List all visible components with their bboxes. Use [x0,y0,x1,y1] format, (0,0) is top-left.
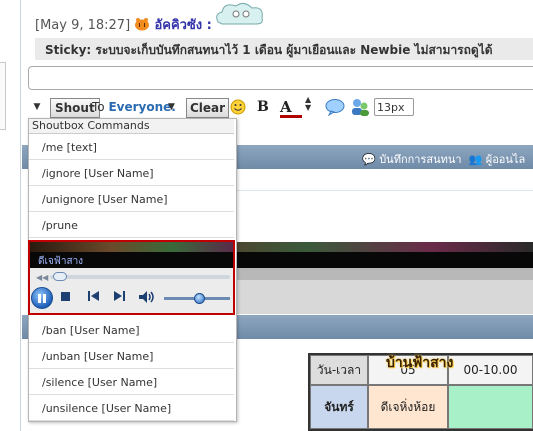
commands-menu-header: Shoutbox Commands [29,119,234,134]
sticky-notice: Sticky: ระบบจะเก็บบันทึกสนทนาไว้ 1 เดือน… [35,38,533,60]
left-divider [20,0,21,431]
smiley-icon[interactable] [230,96,246,118]
color-stepper-icon[interactable]: ▲ ▼ [305,96,311,118]
schedule-header-day-time: วัน-เวลา [310,355,368,385]
track-title: ดีเจฟ้าสาง [38,256,84,267]
tiger-avatar-icon [134,17,150,31]
bold-button[interactable]: B [257,96,269,118]
message-row: [May 9, 18:27] อัคคิวซัง : [35,14,212,35]
command-item-silence[interactable]: /silence [User Name] [29,369,234,395]
schedule-slot [448,385,533,429]
font-size-select[interactable]: 13px [374,98,414,116]
command-item-unsilence[interactable]: /unsilence [User Name] [29,395,234,421]
cloud-emoticon-icon [212,0,270,26]
command-item-unban[interactable]: /unban [User Name] [29,343,234,369]
mute-small-icon[interactable]: ◀◀ [36,273,48,282]
online-users-icon: 👥 [468,153,483,166]
command-item-unignore[interactable]: /unignore [User Name] [29,186,234,212]
command-item-prune[interactable]: /prune [29,212,234,238]
command-item-ignore[interactable]: /ignore [User Name] [29,160,234,186]
speech-bubble-icon[interactable] [325,96,345,118]
recipient-target: Everyone. [108,100,176,114]
schedule-day: จันทร์ [310,385,368,429]
command-item-me[interactable]: /me [text] [29,134,234,160]
player-background-top [235,268,533,280]
volume-handle[interactable] [194,293,205,304]
font-size-value: 13px [377,100,405,114]
next-track-icon[interactable] [112,290,126,305]
message-username[interactable]: อัคคิวซัง : [154,18,211,33]
progress-track[interactable] [50,275,230,279]
pause-button[interactable] [31,287,53,309]
shout-input[interactable] [28,66,533,90]
stop-icon[interactable] [61,292,70,301]
online-link[interactable]: ผู้ออนไล [486,153,525,166]
side-tab[interactable] [0,62,6,130]
schedule-show: ดีเจหิ่งห้อย [368,385,448,429]
history-icon: 💬 [362,153,376,166]
schedule-banner: บ้านฟ้าสาง [386,355,454,371]
previous-track-icon[interactable] [87,290,101,305]
schedule-header-time2: 00-10.00 [448,355,533,385]
collapse-arrow-icon[interactable]: ▼ [32,96,42,118]
recipient-selector[interactable]: To Everyone. [92,96,176,118]
panel-links: 💬 บันทึกการสนทนา 👥 ผู้ออนไล [362,150,525,168]
shout-toolbar: ▼ Shout To Everyone. ▼ Clear B A ▲ ▼ 13px [28,96,533,118]
command-item-ban[interactable]: /ban [User Name] [29,317,234,343]
panel-divider [236,190,533,191]
recipient-dropdown-icon[interactable]: ▼ [168,96,175,118]
message-timestamp: [May 9, 18:27] [35,18,131,33]
clear-button[interactable]: Clear [186,98,230,118]
recipient-prefix: To [92,100,105,114]
volume-icon[interactable] [138,290,156,307]
history-link[interactable]: บันทึกการสนทนา [379,153,461,166]
progress-handle[interactable] [53,272,68,281]
player-visual-strip-inner [30,242,233,252]
users-icon[interactable] [350,96,370,118]
text-color-swatch [280,115,302,118]
